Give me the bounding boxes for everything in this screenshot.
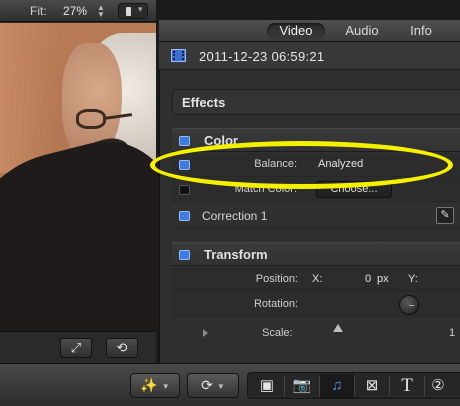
scale-max-label: 1 xyxy=(449,327,456,339)
media-browser-group: ▣ 📷 ♫ ⊠ T ② xyxy=(247,372,460,399)
transform-enable-checkbox[interactable] xyxy=(179,250,190,260)
correction-label: Correction 1 xyxy=(202,209,268,223)
position-label: Position: xyxy=(255,273,298,285)
transitions-browser-icon[interactable]: ⊠ xyxy=(355,374,389,398)
inspector-tabs: Video Audio Info xyxy=(159,20,460,42)
position-x-unit: px xyxy=(377,273,389,285)
chevron-down-icon: ▼ xyxy=(161,381,170,391)
photo-browser-icon[interactable]: 📷 xyxy=(285,374,319,398)
eyeglasses xyxy=(76,109,106,129)
chevron-down-icon: ▼ xyxy=(216,381,225,391)
scale-label: Scale: xyxy=(262,327,293,339)
loop-button[interactable]: ⟲ xyxy=(106,338,138,358)
fullscreen-icon: ⤢ xyxy=(70,340,82,355)
loop-icon: ⟲ xyxy=(116,340,128,355)
rotation-label: Rotation: xyxy=(253,298,298,310)
enhance-wand-icon: ✨ xyxy=(140,377,158,393)
retime-icon: ⟳ xyxy=(201,377,213,393)
balance-row: Balance: Analyzed xyxy=(172,153,460,177)
clip-header: 2011-12-23 06:59:21 xyxy=(159,42,460,70)
position-x-value[interactable]: 0 xyxy=(365,273,371,285)
match-color-row: Match Color: Choose... xyxy=(172,178,460,202)
position-row: Position: X: 0 px Y: xyxy=(172,268,460,292)
effects-header[interactable]: Effects xyxy=(172,89,460,115)
film-icon xyxy=(171,49,186,62)
view-options-button[interactable]: ▾ xyxy=(118,3,148,19)
fullscreen-button[interactable]: ⤢ xyxy=(60,338,92,358)
match-color-checkbox[interactable] xyxy=(179,185,190,195)
clip-title: 2011-12-23 06:59:21 xyxy=(199,49,325,64)
effects-title: Effects xyxy=(182,95,226,110)
tab-video[interactable]: Video xyxy=(267,23,325,39)
chevron-down-icon: ▾ xyxy=(138,4,143,14)
balance-label: Balance: xyxy=(254,158,297,170)
position-y-label: Y: xyxy=(408,273,418,285)
viewer-toolbar: Fit: 27% ▲ ▼ ▾ xyxy=(0,0,156,22)
transform-section-title: Transform xyxy=(204,247,268,262)
correction-checkbox[interactable] xyxy=(179,211,190,221)
color-section-header[interactable]: Color xyxy=(172,128,460,152)
balance-value: Analyzed xyxy=(318,158,364,170)
view-options-icon xyxy=(126,7,131,16)
bottom-toolbar: ✨ ▼ ⟳ ▼ ▣ 📷 ♫ ⊠ T ② xyxy=(0,363,460,406)
zoom-fit-value[interactable]: 27% xyxy=(63,4,87,18)
position-x-label: X: xyxy=(312,273,323,285)
balance-checkbox[interactable] xyxy=(179,160,190,170)
match-color-label: Match Color: xyxy=(234,183,297,195)
fit-label: Fit: xyxy=(30,4,47,18)
titles-browser-icon[interactable]: T xyxy=(390,374,424,398)
viewer-bottom-bar: ⤢ ⟲ xyxy=(0,331,156,363)
retime-button[interactable]: ⟳ ▼ xyxy=(187,373,239,398)
rotation-knob[interactable] xyxy=(399,295,419,315)
music-browser-icon[interactable]: ♫ xyxy=(320,374,354,398)
color-board-icon[interactable]: ✎ xyxy=(436,207,454,224)
color-section-title: Color xyxy=(204,133,238,148)
video-preview[interactable] xyxy=(0,23,156,331)
zoom-stepper-icon[interactable]: ▲ ▼ xyxy=(97,4,105,19)
generators-browser-icon[interactable]: ② xyxy=(425,374,451,398)
effects-browser-icon[interactable]: ▣ xyxy=(250,374,284,398)
transform-section-header[interactable]: Transform xyxy=(172,242,460,266)
enhance-button[interactable]: ✨ ▼ xyxy=(130,373,180,398)
tab-info[interactable]: Info xyxy=(403,23,439,39)
choose-button[interactable]: Choose... xyxy=(316,181,392,198)
color-enable-checkbox[interactable] xyxy=(179,136,190,146)
viewer-panel: Fit: 27% ▲ ▼ ▾ ⤢ ⟲ xyxy=(0,0,156,363)
correction-row[interactable]: Correction 1 ✎ xyxy=(172,204,460,228)
tab-audio[interactable]: Audio xyxy=(339,23,385,39)
rotation-row: Rotation: xyxy=(172,293,460,317)
scale-disclosure-icon[interactable] xyxy=(203,329,208,337)
scale-slider-thumb[interactable] xyxy=(333,324,343,332)
